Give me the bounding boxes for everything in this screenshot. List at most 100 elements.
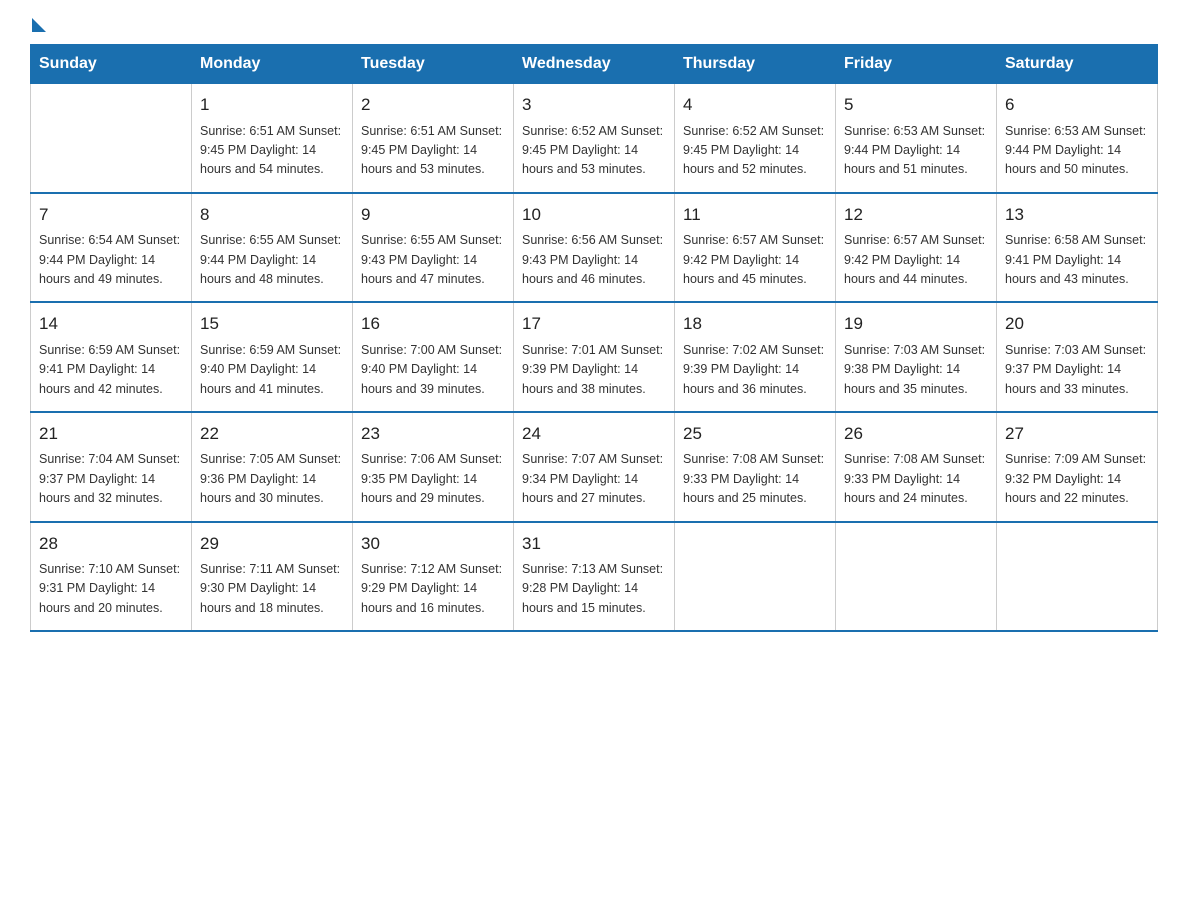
day-number: 5 [844, 92, 988, 118]
day-info: Sunrise: 7:13 AM Sunset: 9:28 PM Dayligh… [522, 560, 666, 618]
calendar-week-row: 28 Sunrise: 7:10 AM Sunset: 9:31 PM Dayli… [31, 522, 1158, 632]
day-info: Sunrise: 7:02 AM Sunset: 9:39 PM Dayligh… [683, 341, 827, 399]
calendar-cell: 20 Sunrise: 7:03 AM Sunset: 9:37 PM Dayli… [997, 302, 1158, 412]
day-info: Sunrise: 6:52 AM Sunset: 9:45 PM Dayligh… [522, 122, 666, 180]
day-info: Sunrise: 6:53 AM Sunset: 9:44 PM Dayligh… [1005, 122, 1149, 180]
day-number: 24 [522, 421, 666, 447]
day-number: 19 [844, 311, 988, 337]
calendar-week-row: 1 Sunrise: 6:51 AM Sunset: 9:45 PM Daylig… [31, 84, 1158, 193]
day-info: Sunrise: 7:03 AM Sunset: 9:37 PM Dayligh… [1005, 341, 1149, 399]
day-info: Sunrise: 7:11 AM Sunset: 9:30 PM Dayligh… [200, 560, 344, 618]
calendar-cell: 14Sunrise: 6:59 AM Sunset: 9:41 PM Dayli… [31, 302, 192, 412]
calendar-day-header-tuesday: Tuesday [353, 45, 514, 84]
day-info: Sunrise: 7:05 AM Sunset: 9:36 PM Dayligh… [200, 450, 344, 508]
day-number: 4 [683, 92, 827, 118]
day-info: Sunrise: 6:53 AM Sunset: 9:44 PM Dayligh… [844, 122, 988, 180]
calendar-cell: 19 Sunrise: 7:03 AM Sunset: 9:38 PM Dayli… [836, 302, 997, 412]
day-info: Sunrise: 6:54 AM Sunset: 9:44 PM Dayligh… [39, 231, 183, 289]
calendar-cell: 10 Sunrise: 6:56 AM Sunset: 9:43 PM Dayli… [514, 193, 675, 303]
calendar-week-row: 14Sunrise: 6:59 AM Sunset: 9:41 PM Dayli… [31, 302, 1158, 412]
day-info: Sunrise: 7:10 AM Sunset: 9:31 PM Dayligh… [39, 560, 183, 618]
day-number: 9 [361, 202, 505, 228]
calendar-cell: 8Sunrise: 6:55 AM Sunset: 9:44 PM Daylig… [192, 193, 353, 303]
calendar-table: SundayMondayTuesdayWednesdayThursdayFrid… [30, 44, 1158, 632]
day-number: 7 [39, 202, 183, 228]
calendar-cell [31, 84, 192, 193]
calendar-cell: 6 Sunrise: 6:53 AM Sunset: 9:44 PM Daylig… [997, 84, 1158, 193]
day-info: Sunrise: 6:55 AM Sunset: 9:44 PM Dayligh… [200, 231, 344, 289]
calendar-cell: 27Sunrise: 7:09 AM Sunset: 9:32 PM Dayli… [997, 412, 1158, 522]
calendar-cell: 28 Sunrise: 7:10 AM Sunset: 9:31 PM Dayli… [31, 522, 192, 632]
calendar-cell: 16 Sunrise: 7:00 AM Sunset: 9:40 PM Dayli… [353, 302, 514, 412]
day-info: Sunrise: 6:56 AM Sunset: 9:43 PM Dayligh… [522, 231, 666, 289]
day-number: 20 [1005, 311, 1149, 337]
calendar-day-header-sunday: Sunday [31, 45, 192, 84]
day-number: 3 [522, 92, 666, 118]
day-info: Sunrise: 7:09 AM Sunset: 9:32 PM Dayligh… [1005, 450, 1149, 508]
calendar-cell: 23Sunrise: 7:06 AM Sunset: 9:35 PM Dayli… [353, 412, 514, 522]
calendar-cell: 18 Sunrise: 7:02 AM Sunset: 9:39 PM Dayli… [675, 302, 836, 412]
calendar-header: SundayMondayTuesdayWednesdayThursdayFrid… [31, 45, 1158, 84]
day-info: Sunrise: 6:59 AM Sunset: 9:41 PM Dayligh… [39, 341, 183, 399]
calendar-cell: 9 Sunrise: 6:55 AM Sunset: 9:43 PM Daylig… [353, 193, 514, 303]
day-number: 17 [522, 311, 666, 337]
day-info: Sunrise: 7:03 AM Sunset: 9:38 PM Dayligh… [844, 341, 988, 399]
day-info: Sunrise: 7:04 AM Sunset: 9:37 PM Dayligh… [39, 450, 183, 508]
day-number: 2 [361, 92, 505, 118]
page-header [30, 20, 1158, 34]
day-number: 6 [1005, 92, 1149, 118]
day-number: 15 [200, 311, 344, 337]
calendar-cell: 30Sunrise: 7:12 AM Sunset: 9:29 PM Dayli… [353, 522, 514, 632]
calendar-day-header-monday: Monday [192, 45, 353, 84]
day-info: Sunrise: 7:12 AM Sunset: 9:29 PM Dayligh… [361, 560, 505, 618]
day-number: 28 [39, 531, 183, 557]
day-info: Sunrise: 6:57 AM Sunset: 9:42 PM Dayligh… [844, 231, 988, 289]
calendar-cell: 13Sunrise: 6:58 AM Sunset: 9:41 PM Dayli… [997, 193, 1158, 303]
calendar-cell: 26 Sunrise: 7:08 AM Sunset: 9:33 PM Dayli… [836, 412, 997, 522]
day-number: 25 [683, 421, 827, 447]
day-number: 12 [844, 202, 988, 228]
day-number: 29 [200, 531, 344, 557]
day-info: Sunrise: 7:01 AM Sunset: 9:39 PM Dayligh… [522, 341, 666, 399]
day-number: 18 [683, 311, 827, 337]
day-number: 22 [200, 421, 344, 447]
day-info: Sunrise: 7:00 AM Sunset: 9:40 PM Dayligh… [361, 341, 505, 399]
day-info: Sunrise: 6:58 AM Sunset: 9:41 PM Dayligh… [1005, 231, 1149, 289]
day-info: Sunrise: 6:59 AM Sunset: 9:40 PM Dayligh… [200, 341, 344, 399]
day-number: 10 [522, 202, 666, 228]
calendar-cell [836, 522, 997, 632]
calendar-cell: 22 Sunrise: 7:05 AM Sunset: 9:36 PM Dayli… [192, 412, 353, 522]
calendar-cell: 25 Sunrise: 7:08 AM Sunset: 9:33 PM Dayli… [675, 412, 836, 522]
day-info: Sunrise: 7:08 AM Sunset: 9:33 PM Dayligh… [683, 450, 827, 508]
calendar-day-header-wednesday: Wednesday [514, 45, 675, 84]
calendar-cell [675, 522, 836, 632]
calendar-cell: 31Sunrise: 7:13 AM Sunset: 9:28 PM Dayli… [514, 522, 675, 632]
day-number: 1 [200, 92, 344, 118]
day-number: 26 [844, 421, 988, 447]
day-number: 11 [683, 202, 827, 228]
day-number: 16 [361, 311, 505, 337]
calendar-cell: 4 Sunrise: 6:52 AM Sunset: 9:45 PM Daylig… [675, 84, 836, 193]
logo [30, 20, 46, 34]
calendar-cell: 5 Sunrise: 6:53 AM Sunset: 9:44 PM Daylig… [836, 84, 997, 193]
logo-triangle-icon [32, 18, 46, 32]
calendar-day-header-saturday: Saturday [997, 45, 1158, 84]
day-info: Sunrise: 7:07 AM Sunset: 9:34 PM Dayligh… [522, 450, 666, 508]
calendar-cell: 12 Sunrise: 6:57 AM Sunset: 9:42 PM Dayli… [836, 193, 997, 303]
calendar-cell: 2 Sunrise: 6:51 AM Sunset: 9:45 PM Daylig… [353, 84, 514, 193]
day-info: Sunrise: 6:55 AM Sunset: 9:43 PM Dayligh… [361, 231, 505, 289]
calendar-cell: 21Sunrise: 7:04 AM Sunset: 9:37 PM Dayli… [31, 412, 192, 522]
calendar-cell: 7 Sunrise: 6:54 AM Sunset: 9:44 PM Daylig… [31, 193, 192, 303]
calendar-cell: 11Sunrise: 6:57 AM Sunset: 9:42 PM Dayli… [675, 193, 836, 303]
calendar-cell: 1 Sunrise: 6:51 AM Sunset: 9:45 PM Daylig… [192, 84, 353, 193]
day-info: Sunrise: 7:08 AM Sunset: 9:33 PM Dayligh… [844, 450, 988, 508]
calendar-cell: 24 Sunrise: 7:07 AM Sunset: 9:34 PM Dayli… [514, 412, 675, 522]
day-info: Sunrise: 6:52 AM Sunset: 9:45 PM Dayligh… [683, 122, 827, 180]
calendar-day-header-thursday: Thursday [675, 45, 836, 84]
calendar-cell: 29 Sunrise: 7:11 AM Sunset: 9:30 PM Dayli… [192, 522, 353, 632]
day-info: Sunrise: 6:51 AM Sunset: 9:45 PM Dayligh… [361, 122, 505, 180]
day-info: Sunrise: 6:51 AM Sunset: 9:45 PM Dayligh… [200, 122, 344, 180]
calendar-cell: 15 Sunrise: 6:59 AM Sunset: 9:40 PM Dayli… [192, 302, 353, 412]
calendar-cell: 3 Sunrise: 6:52 AM Sunset: 9:45 PM Daylig… [514, 84, 675, 193]
calendar-week-row: 7 Sunrise: 6:54 AM Sunset: 9:44 PM Daylig… [31, 193, 1158, 303]
